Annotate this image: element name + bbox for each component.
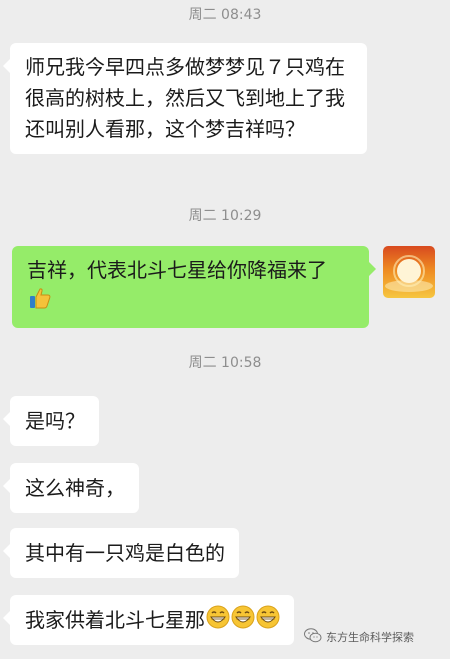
- watermark-text: 东方生命科学探索: [326, 631, 414, 644]
- message-text: 吉祥，代表北斗七星给你降福来了: [27, 258, 327, 282]
- message-text: 师兄我今早四点多做梦梦见７只鸡在很高的树枝上，然后又飞到地上了我还叫别人看那，这…: [25, 55, 345, 141]
- message-bubble-incoming[interactable]: 这么神奇，: [3, 463, 139, 513]
- message-bubble-incoming[interactable]: 师兄我今早四点多做梦梦见７只鸡在很高的树枝上，然后又飞到地上了我还叫别人看那，这…: [3, 43, 367, 154]
- timestamp: 周二 10:58: [188, 355, 262, 371]
- thumbs-up-icon: [28, 286, 52, 319]
- grin-icon: [206, 605, 230, 638]
- timestamp: 周二 08:43: [188, 7, 262, 23]
- timestamp: 周二 10:29: [188, 208, 262, 224]
- grin-icon: [256, 605, 280, 638]
- wechat-icon: [304, 628, 326, 646]
- message-bubble-incoming[interactable]: 是吗？: [3, 396, 99, 446]
- message-bubble-incoming[interactable]: 其中有一只鸡是白色的: [3, 528, 239, 578]
- message-text: 是吗？: [25, 409, 85, 433]
- grin-icon: [231, 605, 255, 638]
- message-bubble-outgoing[interactable]: 吉祥，代表北斗七星给你降福来了: [12, 246, 376, 328]
- watermark: 东方生命科学探索: [304, 628, 414, 646]
- message-bubble-incoming[interactable]: 我家供着北斗七星那: [3, 595, 294, 645]
- message-text: 其中有一只鸡是白色的: [25, 541, 225, 565]
- avatar[interactable]: [383, 246, 435, 298]
- message-text: 这么神奇，: [25, 476, 125, 500]
- message-text: 我家供着北斗七星那: [25, 608, 205, 632]
